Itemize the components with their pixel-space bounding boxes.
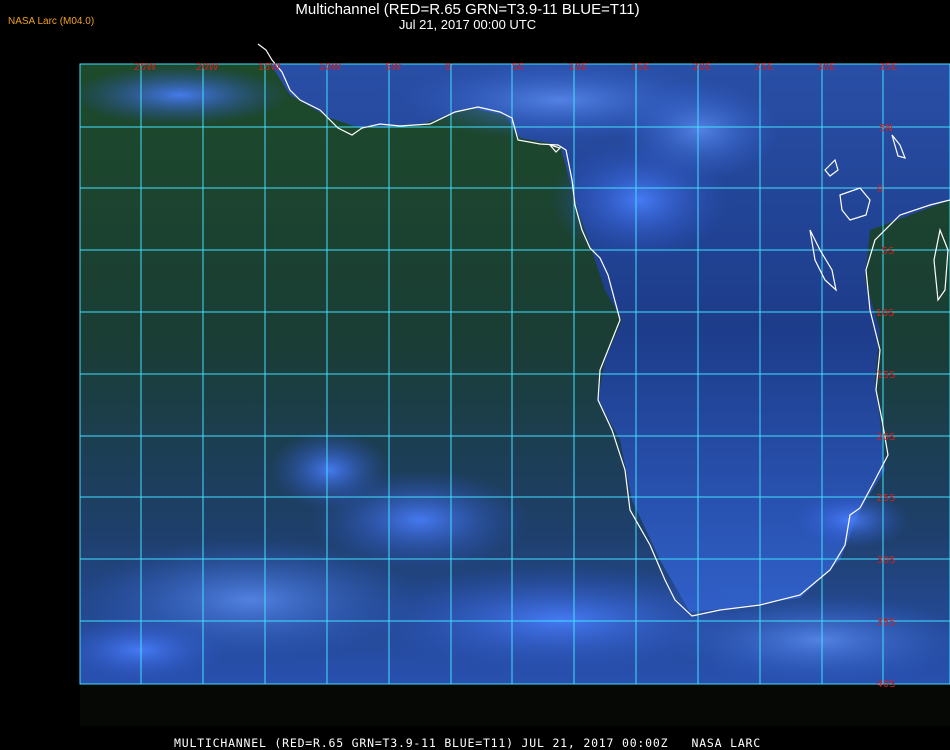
lon-label: 20W <box>196 62 219 73</box>
lat-label: 10S <box>875 308 894 319</box>
lon-label: 10E <box>568 62 587 73</box>
lon-label: 5W <box>385 62 401 73</box>
lon-label: 0 <box>445 62 451 73</box>
lon-label: 10W <box>319 62 342 73</box>
lon-label: 5E <box>512 62 525 73</box>
lon-label: 35E <box>878 62 897 73</box>
lon-label: 25W <box>134 62 157 73</box>
lat-label: 20S <box>876 432 895 443</box>
lat-label: 40S <box>876 679 895 690</box>
lat-label: 5S <box>882 246 895 257</box>
lat-label: 30S <box>876 555 895 566</box>
footer-caption: MULTICHANNEL (RED=R.65 GRN=T3.9-11 BLUE=… <box>174 736 761 750</box>
lat-label: 5N <box>879 123 893 134</box>
satellite-map: 25W 20W 15W 10W 5W 0 5E 10E 15E 20E 25E … <box>79 43 950 690</box>
lat-label: 15S <box>876 370 895 381</box>
lon-label: 20E <box>692 62 711 73</box>
lat-label: 25S <box>876 493 895 504</box>
lon-label: 15E <box>630 62 649 73</box>
lon-label: 15W <box>258 62 281 73</box>
lat-label: 35S <box>876 617 895 628</box>
lat-label: 0 <box>877 184 883 195</box>
lon-label: 25E <box>754 62 773 73</box>
lon-label: 30E <box>816 62 835 73</box>
imagery-layer <box>80 64 950 684</box>
